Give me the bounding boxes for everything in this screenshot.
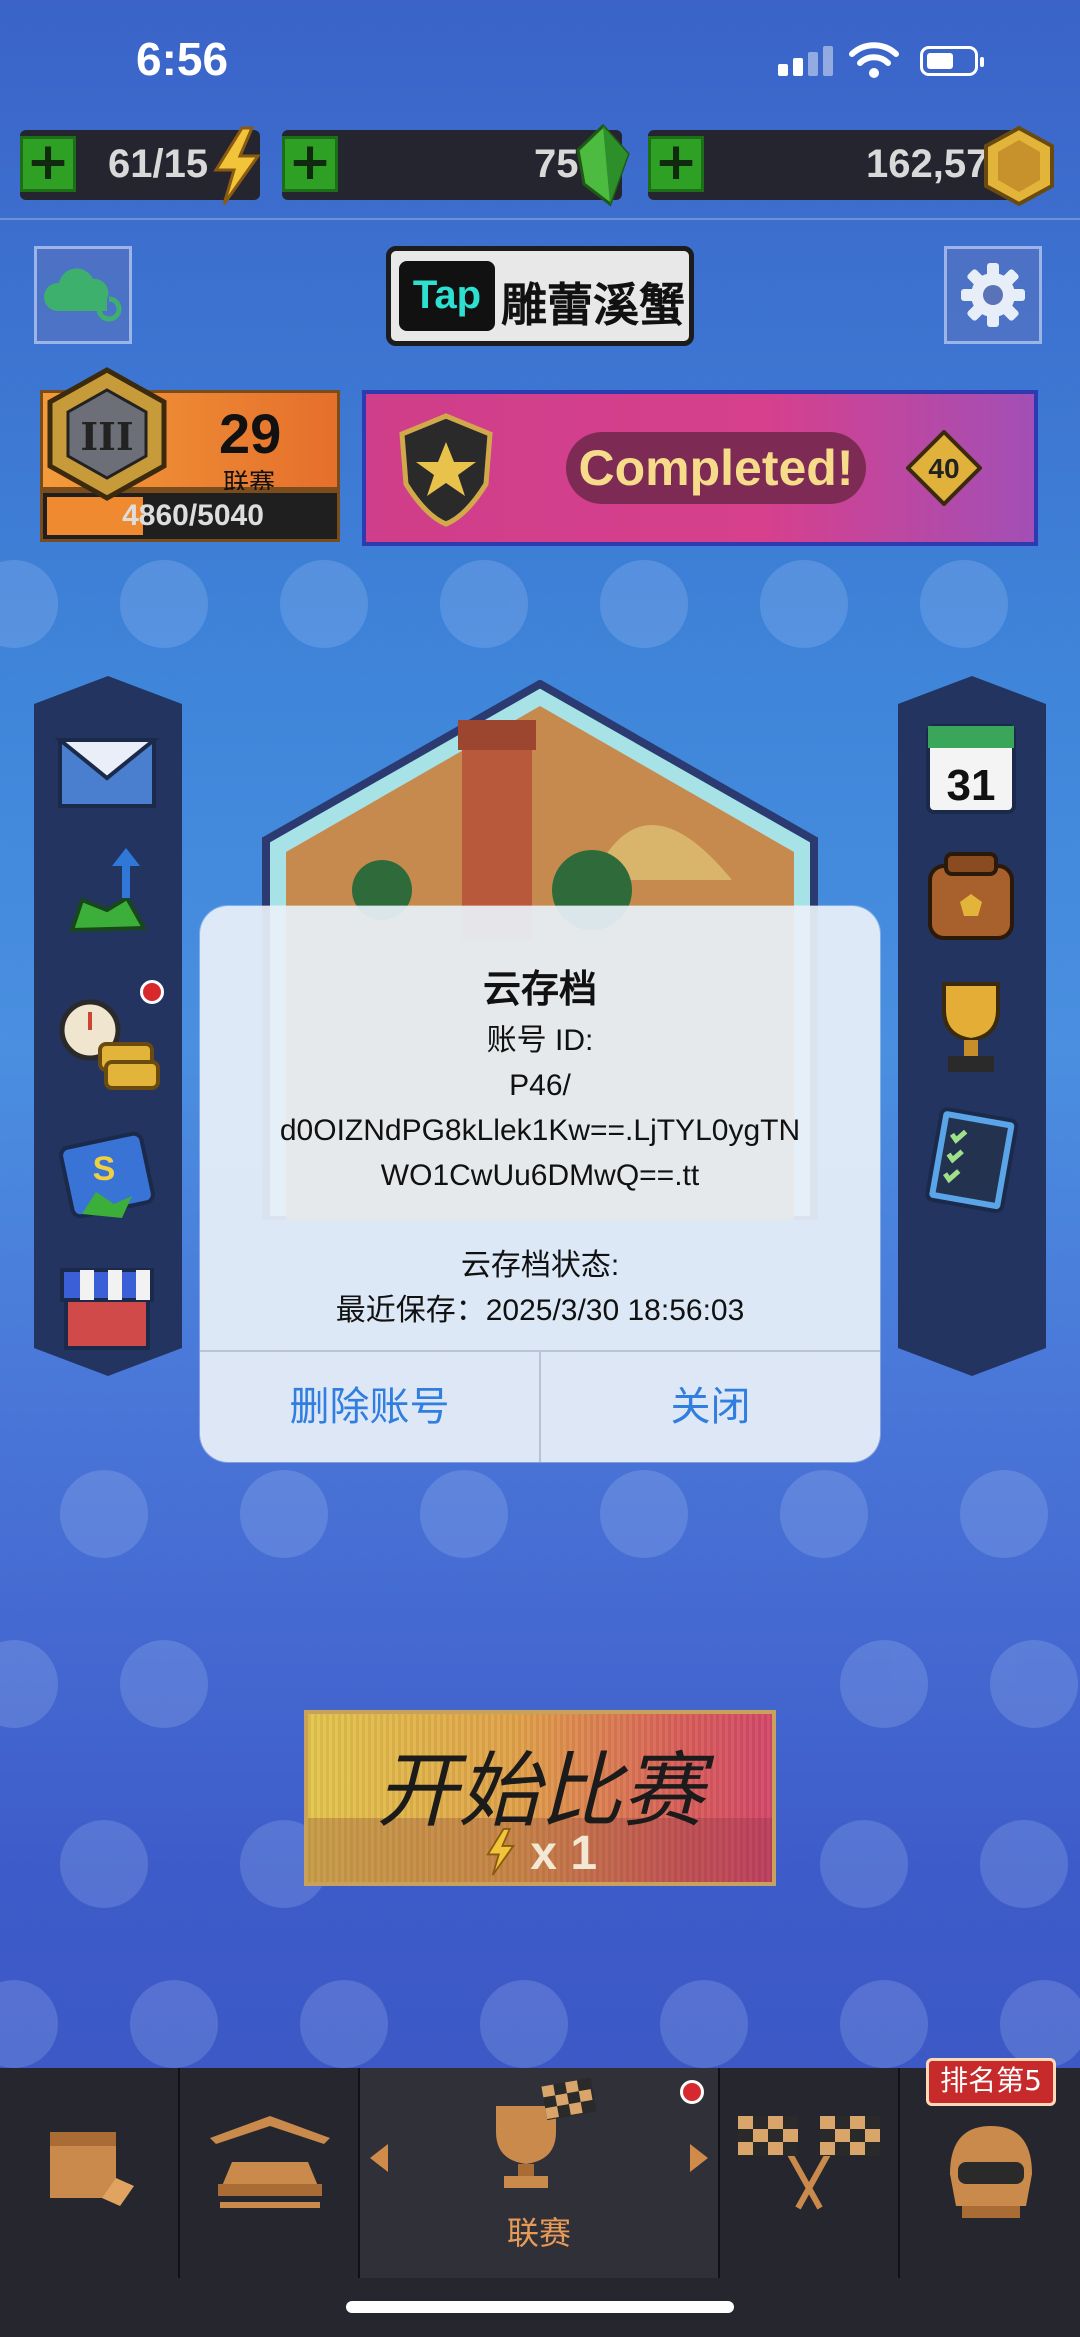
nav-tab-league[interactable]: 联赛 [360,2068,720,2278]
header-divider [0,218,1080,220]
calendar-icon[interactable]: 31 [916,712,1026,822]
lightning-icon [486,1828,516,1876]
star-shield-icon [399,413,493,527]
league-rank-emblem-icon: III [47,367,167,501]
gems-counter: + 75 [282,124,630,207]
checklist-icon[interactable] [916,1104,1026,1214]
tap-logo: Tap [399,261,495,331]
event-completed-banner[interactable]: Completed! 40 [362,390,1038,546]
nav-tab-races[interactable] [720,2068,900,2278]
reward-diamond-icon: 40 [906,430,982,506]
start-race-cost-value: x 1 [530,1827,598,1880]
league-number: 29 [219,402,282,465]
cloud-sync-icon [43,268,122,322]
shop-icon[interactable] [52,1250,162,1360]
bg-pattern-row [0,560,1080,680]
completed-label: Completed! [566,432,866,504]
add-coins-button[interactable]: + [648,136,704,192]
svg-text:S: S [93,1150,116,1188]
cellular-signal-icon [778,46,838,76]
cloud-save-dialog: 云存档 账号 ID: P46/ d0OIZNdPG8kLlek1Kw==.LjT… [200,906,880,1462]
nav-tab-shop-box[interactable] [0,2068,180,2278]
gear-icon [961,263,1025,327]
close-button[interactable]: 关闭 [541,1352,880,1462]
garage-box-icon [50,2132,134,2206]
helmet-icon [950,2126,1032,2218]
cloud-sync-button[interactable] [34,246,132,344]
player-name: 雕蕾溪蟹 [501,278,685,332]
chevron-right-icon[interactable] [690,2144,708,2172]
energy-counter: + 61/15 [20,126,261,205]
lightning-icon [213,126,261,205]
notification-dot [680,2080,704,2104]
status-time: 6:56 [136,33,229,85]
gem-upgrade-icon[interactable] [52,840,162,950]
checkered-flags-icon [738,2116,880,2210]
svg-text:III: III [80,414,133,459]
dialog-message: 账号 ID: P46/ d0OIZNdPG8kLlek1Kw==.LjTYL0y… [279,1024,801,1327]
svg-text:40: 40 [928,453,959,484]
backpack-icon[interactable] [916,840,1026,950]
start-race-button[interactable]: 开始比赛 x 1 [304,1710,776,1886]
bg-pattern-row [0,1470,1080,1590]
start-race-cost: x 1 [308,1826,772,1881]
settings-button[interactable] [944,246,1042,344]
league-panel[interactable]: 29 联赛 4860/5040 III [40,367,340,544]
gold-coin-icon [984,125,1054,207]
car-icon [210,2116,330,2208]
coins-counter: + 162,575 [648,125,1054,207]
nav-tab-garage[interactable] [180,2068,360,2278]
wifi-icon [849,42,899,78]
bottom-nav: 联赛 [0,2068,1080,2337]
trophy-flag-icon [496,2077,597,2188]
delete-account-button[interactable]: 删除账号 [200,1352,539,1462]
mail-icon[interactable] [52,712,162,822]
energy-value: 61/15 [108,142,209,186]
chevron-left-icon[interactable] [370,2144,388,2172]
add-energy-button[interactable]: + [20,136,76,192]
trophy-icon[interactable] [916,970,1026,1080]
nav-tab-league-label: 联赛 [506,2214,571,2252]
rank-badge: 排名第5 [926,2058,1056,2106]
battery-icon [920,46,984,76]
home-indicator[interactable] [346,2301,734,2313]
dialog-title: 云存档 [482,967,597,1011]
status-bar: 6:56 [0,0,1080,120]
notification-dot [140,980,164,1004]
add-gems-button[interactable]: + [282,136,338,192]
svg-text:31: 31 [947,761,996,810]
green-gem-icon [576,124,630,207]
season-pass-icon[interactable]: S [52,1118,162,1228]
gems-value: 75 [534,142,579,186]
player-name-badge[interactable]: Tap 雕蕾溪蟹 [386,246,694,346]
